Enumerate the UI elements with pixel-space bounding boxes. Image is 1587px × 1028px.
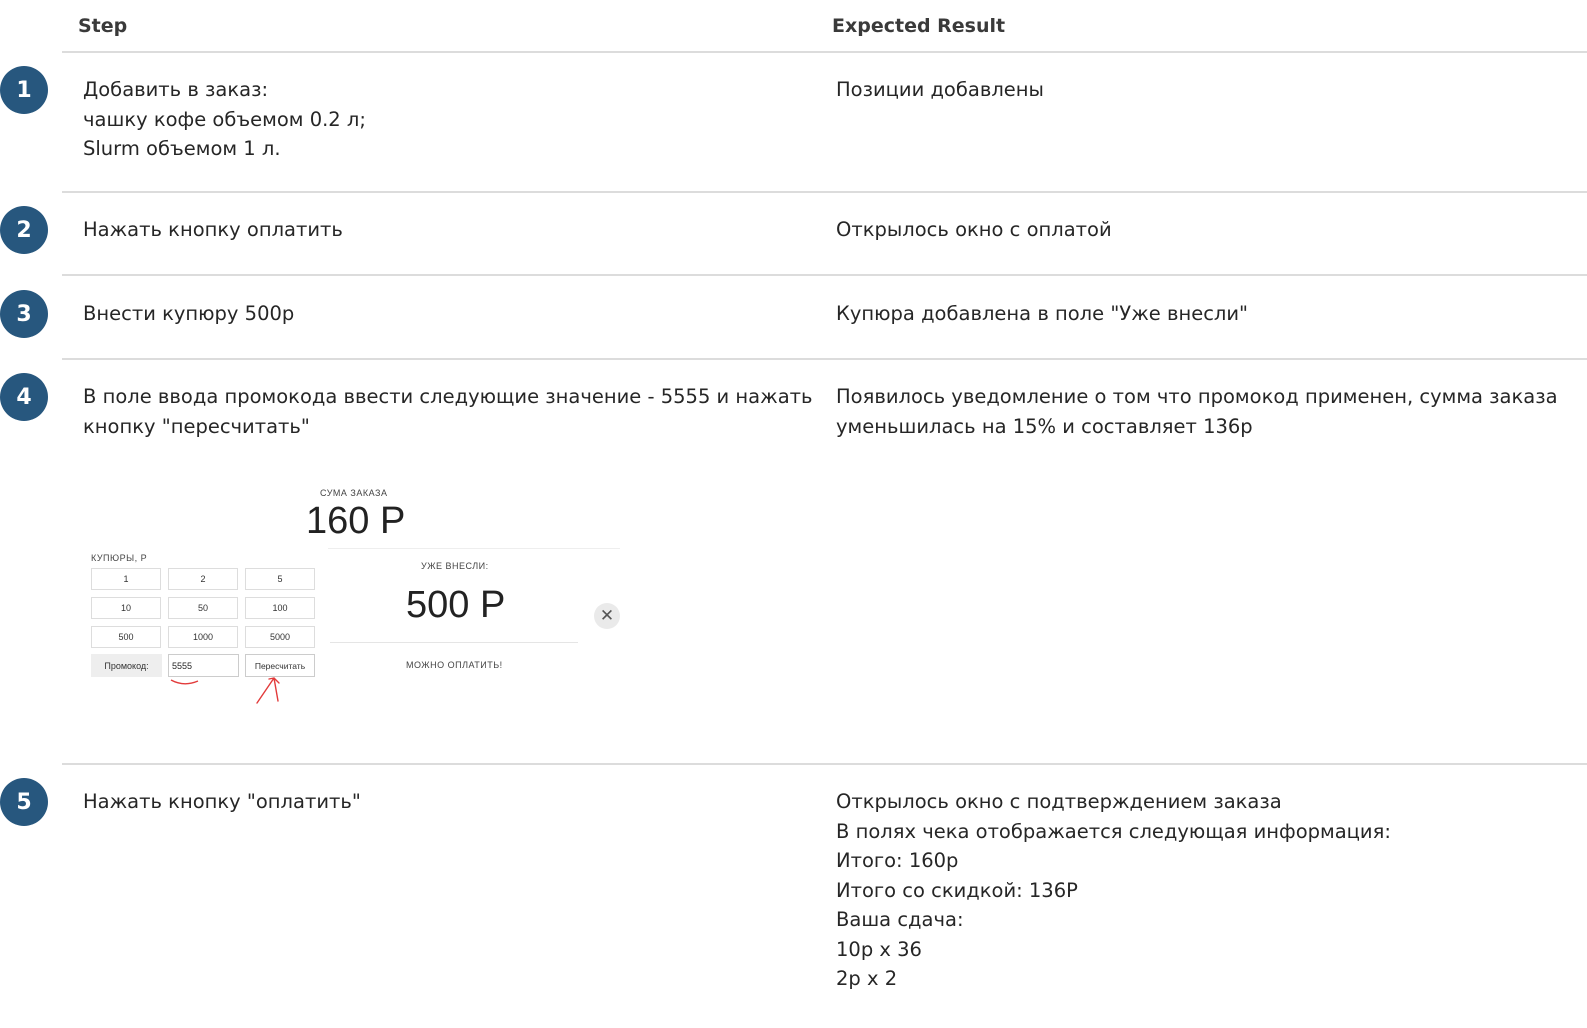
expected-text: Купюра добавлена в поле "Уже внесли" (836, 299, 1556, 329)
expected-text: Появилось уведомление о том что промокод… (836, 382, 1558, 441)
header-divider (62, 51, 1587, 53)
expected-line: Итого со скидкой: 136Р (836, 878, 1078, 902)
step-number-badge: 2 (0, 206, 48, 254)
expected-line: уменьшилась на 15% и составляет 136р (836, 414, 1253, 438)
underline-annotation (170, 679, 199, 685)
step-text: Нажать кнопку оплатить (83, 215, 783, 245)
payment-widget-screenshot: СУМА ЗАКАЗА 160 Р КУПЮРЫ, Р 1 2 5 10 50 … (88, 480, 628, 720)
step-line: Нажать кнопку "оплатить" (83, 790, 361, 813)
step-number-badge: 1 (0, 66, 48, 114)
step-number-badge: 4 (0, 373, 48, 421)
step-line: Slurm объемом 1 л. (83, 137, 281, 160)
expected-line: Появилось уведомление о том что промокод… (836, 385, 1558, 408)
row-divider (62, 358, 1587, 360)
step-line: чашку кофе объемом 0.2 л; (83, 107, 366, 131)
expected-text: Позиции добавлены (836, 75, 1556, 105)
column-header-step: Step (78, 15, 128, 37)
row-divider (62, 191, 1587, 193)
expected-line: 10р x 36 (836, 937, 922, 961)
annotation-marks (170, 677, 280, 704)
step-line: Нажать кнопку оплатить (83, 218, 343, 241)
step-number-badge: 5 (0, 778, 48, 826)
step-line: Добавить в заказ: (83, 78, 269, 101)
step-text: В поле ввода промокода ввести следующие … (83, 382, 813, 441)
row-divider (62, 274, 1587, 276)
expected-line: Открылось окно с подтверждением заказа (836, 790, 1282, 813)
row-divider (62, 763, 1587, 765)
step-text: Внести купюру 500р (83, 299, 783, 329)
step-line: Внести купюру 500р (83, 302, 295, 325)
step-number-badge: 3 (0, 290, 48, 338)
expected-line: Открылось окно с оплатой (836, 218, 1112, 241)
column-header-expected-result: Expected Result (832, 15, 1006, 37)
step-text: Нажать кнопку "оплатить" (83, 787, 783, 817)
expected-line: Ваша сдача: (836, 908, 964, 931)
step-line: В поле ввода промокода ввести следующие … (83, 385, 813, 408)
step-line: кнопку "пересчитать" (83, 414, 310, 438)
expected-text: Открылось окно с подтверждением заказа В… (836, 787, 1556, 994)
step-text: Добавить в заказ: чашку кофе объемом 0.2… (83, 75, 783, 164)
expected-line: 2р x 2 (836, 967, 898, 990)
expected-line: Купюра добавлена в поле "Уже внесли" (836, 302, 1249, 325)
expected-text: Открылось окно с оплатой (836, 215, 1556, 245)
expected-line: Позиции добавлены (836, 78, 1044, 101)
expected-line: Итого: 160р (836, 849, 959, 872)
expected-line: В полях чека отображается следующая инфо… (836, 819, 1391, 843)
arrow-annotation (256, 677, 280, 704)
